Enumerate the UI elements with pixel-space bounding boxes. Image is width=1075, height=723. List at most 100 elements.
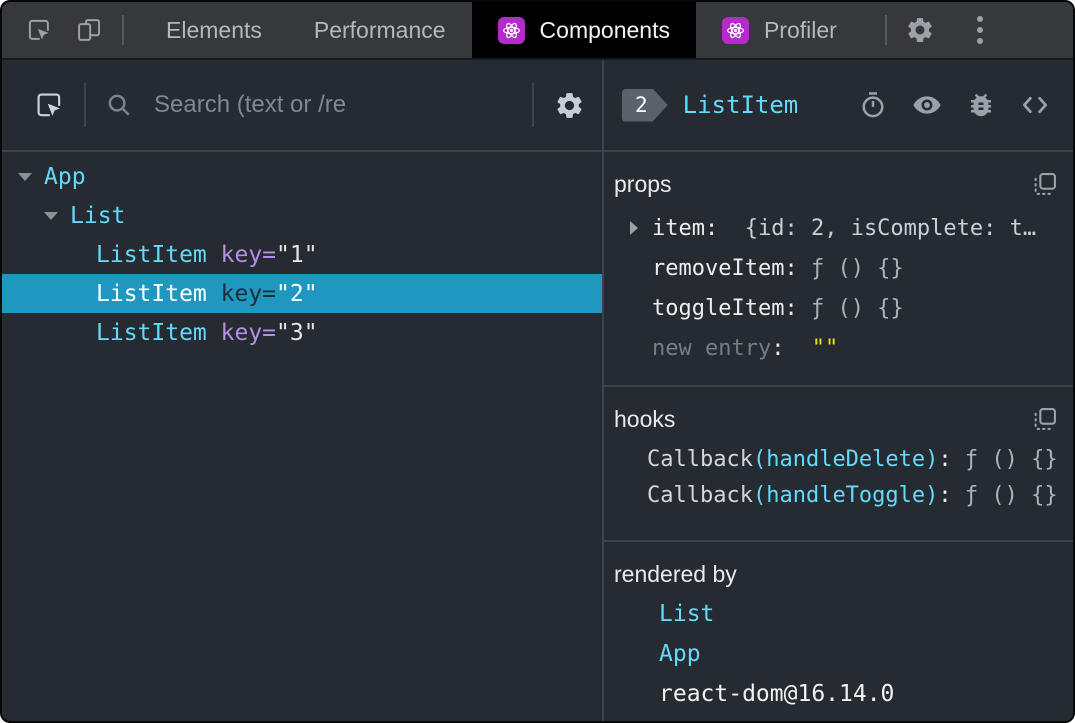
- hook-row-handletoggle: Callback (handleToggle): ƒ () {}: [614, 477, 1065, 513]
- colon: :: [771, 335, 798, 361]
- react-dom-version: react-dom@16.14.0: [659, 681, 895, 707]
- rendered-by-row: react-dom@16.14.0: [614, 674, 1065, 714]
- prop-name: item: [652, 215, 705, 241]
- stopwatch-icon[interactable]: [857, 90, 889, 120]
- divider: [884, 15, 887, 45]
- tab-label: Elements: [166, 16, 262, 43]
- props-header: props: [614, 166, 1065, 202]
- hook-type: Callback: [647, 482, 753, 508]
- eye-icon[interactable]: [911, 89, 943, 121]
- key-attribute: key=: [220, 280, 277, 307]
- gear-icon[interactable]: [903, 15, 937, 45]
- tab-performance[interactable]: Performance: [288, 2, 472, 58]
- props-section: props item: {id: 2, isComplete: t… remov…: [604, 152, 1073, 387]
- hook-value: ƒ () {}: [964, 446, 1058, 472]
- owner-link-app[interactable]: App: [659, 641, 701, 667]
- copy-icon[interactable]: [1031, 405, 1059, 433]
- prop-row-new-entry[interactable]: new entry: "": [614, 328, 1065, 368]
- gear-icon[interactable]: [552, 90, 586, 121]
- component-name: ListItem: [96, 280, 207, 307]
- react-logo-icon: [497, 16, 525, 44]
- rendered-by-row: List: [614, 594, 1065, 634]
- hook-row-handledelete: Callback (handleDelete): ƒ () {}: [614, 441, 1065, 477]
- divider: [84, 83, 86, 127]
- hook-type: Callback: [647, 446, 753, 472]
- hook-name: (handleDelete): [752, 446, 939, 472]
- key-attribute: key=: [220, 319, 277, 346]
- expander-icon[interactable]: [18, 172, 44, 181]
- element-actions: [857, 89, 1051, 121]
- prop-value: ƒ () {}: [810, 295, 904, 321]
- tab-profiler[interactable]: Profiler: [696, 2, 863, 58]
- prop-row-removeitem: removeItem: ƒ () {}: [614, 248, 1065, 288]
- tree-toolbar: [2, 60, 602, 152]
- search-icon: [104, 90, 134, 120]
- inspected-component-title: ListItem: [682, 91, 799, 119]
- tree-row-listitem-3[interactable]: ListItem key= "3": [2, 313, 602, 352]
- key-value: "2": [276, 280, 318, 307]
- prop-value: {id: 2, isComplete: t…: [744, 215, 1037, 241]
- tree-row-list[interactable]: List: [2, 196, 602, 235]
- component-name: ListItem: [96, 241, 207, 268]
- react-logo-icon: [721, 16, 749, 44]
- toolbar-right-controls: [869, 2, 1017, 58]
- section-title: props: [614, 170, 672, 197]
- inspected-element-header: 2 ListItem: [604, 60, 1073, 152]
- colon: :: [938, 446, 965, 472]
- component-tree-pane: App List ListItem key="1" ListItem key="…: [2, 60, 604, 721]
- component-name: List: [70, 202, 126, 229]
- expander-icon[interactable]: [44, 211, 70, 220]
- inspect-cursor-icon[interactable]: [32, 89, 66, 121]
- rendered-by-header: rendered by: [614, 556, 1065, 592]
- section-title: hooks: [614, 405, 676, 432]
- hook-name: (handleToggle): [752, 482, 939, 508]
- device-toolbar-icon[interactable]: [72, 2, 106, 58]
- tab-elements[interactable]: Elements: [140, 2, 288, 58]
- components-panel: App List ListItem key="1" ListItem key="…: [2, 60, 1073, 721]
- component-name: App: [44, 163, 86, 190]
- component-tree: App List ListItem key= "1" ListItem key= "…: [2, 152, 602, 352]
- devtools-window: Elements Performance Components Profiler…: [0, 0, 1075, 723]
- expander-icon[interactable]: [630, 221, 652, 235]
- tab-label: Performance: [313, 16, 446, 43]
- colon: :: [784, 295, 811, 321]
- inspect-cursor-icon[interactable]: [22, 2, 56, 58]
- bug-icon[interactable]: [965, 90, 997, 120]
- divider: [122, 15, 124, 45]
- prop-name: removeItem: [652, 255, 785, 281]
- prop-row-item: item: {id: 2, isComplete: t…: [614, 208, 1065, 248]
- rendered-by-row: App: [614, 634, 1065, 674]
- colon: :: [938, 482, 965, 508]
- prop-row-toggleitem: toggleItem: ƒ () {}: [614, 288, 1065, 328]
- search-field: [104, 90, 514, 120]
- inspected-element-pane: 2 ListItem props item: {id: 2, isComple…: [604, 60, 1073, 721]
- copy-icon[interactable]: [1031, 170, 1059, 198]
- owner-link-list[interactable]: List: [659, 601, 714, 627]
- devtools-tab-bar: Elements Performance Components Profiler: [2, 2, 1073, 60]
- kebab-menu-icon[interactable]: [965, 16, 995, 44]
- key-value: "3": [276, 319, 318, 346]
- hook-value: ƒ () {}: [964, 482, 1058, 508]
- tree-row-app[interactable]: App: [2, 157, 602, 196]
- divider: [532, 83, 534, 127]
- prop-name: toggleItem: [652, 295, 785, 321]
- colon: :: [704, 215, 745, 241]
- new-entry-placeholder[interactable]: new entry: [652, 336, 771, 361]
- key-value: "1": [276, 241, 318, 268]
- code-brackets-icon[interactable]: [1019, 89, 1051, 121]
- tab-label: Components: [539, 16, 670, 43]
- tab-components[interactable]: Components: [471, 2, 696, 58]
- hooks-header: hooks: [614, 401, 1065, 437]
- component-name: ListItem: [96, 319, 207, 346]
- prop-value: ƒ () {}: [810, 255, 904, 281]
- element-badge: 2: [622, 89, 668, 122]
- hooks-section: hooks Callback (handleDelete): ƒ () {} Ca…: [604, 387, 1073, 542]
- new-entry-value[interactable]: "": [812, 336, 839, 361]
- tree-row-listitem-1[interactable]: ListItem key= "1": [2, 235, 602, 274]
- tree-row-listitem-2-selected[interactable]: ListItem key= "2": [2, 274, 602, 313]
- tab-label: Profiler: [763, 16, 837, 43]
- key-attribute: key=: [220, 241, 277, 268]
- rendered-by-section: rendered by List App react-dom@16.14.0: [604, 542, 1073, 721]
- search-input[interactable]: [152, 90, 514, 120]
- section-title: rendered by: [614, 560, 737, 587]
